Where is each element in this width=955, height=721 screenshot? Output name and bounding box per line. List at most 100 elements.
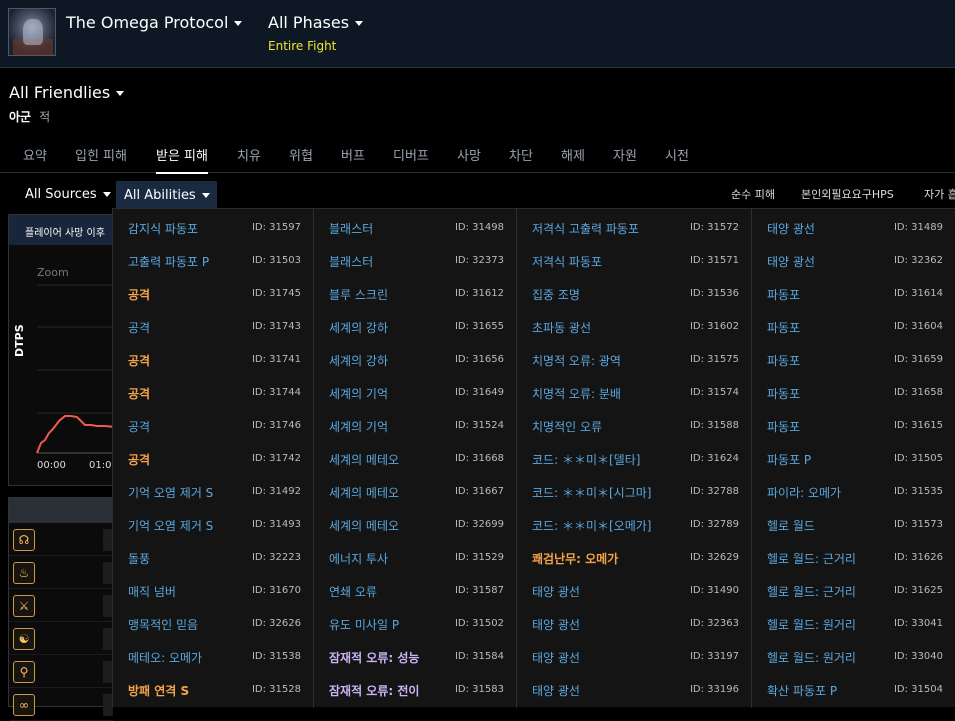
tab-threat[interactable]: 위협 xyxy=(289,145,313,172)
encounter-selector[interactable]: The Omega Protocol xyxy=(66,13,243,32)
ability-menu-item[interactable]: 세계의 강하 ID: 31656 xyxy=(314,341,516,374)
ability-menu-item[interactable]: 공격 ID: 31742 xyxy=(113,440,313,473)
ability-menu-item[interactable]: 세계의 기억 ID: 31649 xyxy=(314,374,516,407)
tab-summary[interactable]: 요약 xyxy=(23,145,47,172)
ability-menu-item[interactable]: 헬로 월드 ID: 31573 xyxy=(752,506,955,539)
ability-menu-item[interactable]: 세계의 메테오 ID: 31667 xyxy=(314,473,516,506)
ability-id: ID: 31573 xyxy=(893,519,943,530)
ability-menu-item[interactable]: 치명적 오류: 광역 ID: 31575 xyxy=(517,341,751,374)
table-row[interactable]: ⚲ xyxy=(9,655,113,688)
ability-menu-item[interactable]: 태양 광선 ID: 32363 xyxy=(517,605,751,638)
ability-menu-item[interactable]: 유도 미사일 P ID: 31502 xyxy=(314,605,516,638)
hps-link[interactable]: 본인외필요요구HPS xyxy=(801,186,894,202)
ability-menu-item[interactable]: 고출력 파동포 P ID: 31503 xyxy=(113,242,313,275)
ability-menu-item[interactable]: 공격 ID: 31741 xyxy=(113,341,313,374)
friendlies-selector[interactable]: All Friendlies xyxy=(9,83,125,102)
table-row[interactable]: ∞ xyxy=(9,688,113,721)
ability-menu-item[interactable]: 파동포 ID: 31614 xyxy=(752,275,955,308)
tab-resources[interactable]: 자원 xyxy=(613,145,637,172)
ability-id: ID: 31744 xyxy=(251,387,301,398)
ability-menu-item[interactable]: 확산 파동포 P ID: 31504 xyxy=(752,671,955,704)
ability-menu-item[interactable]: 세계의 메테오 ID: 31668 xyxy=(314,440,516,473)
ability-menu-item[interactable]: 세계의 메테오 ID: 32699 xyxy=(314,506,516,539)
ability-menu-item[interactable]: 에너지 투사 ID: 31529 xyxy=(314,539,516,572)
phase-selector[interactable]: All Phases xyxy=(268,13,364,32)
ability-menu-item[interactable]: 헬로 월드: 원거리 ID: 33041 xyxy=(752,605,955,638)
ability-name: 공격 xyxy=(128,288,151,302)
ability-menu-item[interactable]: 파동포 ID: 31659 xyxy=(752,341,955,374)
ability-menu-item[interactable]: 잠재적 오류: 성능 ID: 31584 xyxy=(314,638,516,671)
ability-menu-item[interactable]: 태양 광선 ID: 33197 xyxy=(517,638,751,671)
ability-menu-item[interactable]: 기억 오염 제거 S ID: 31493 xyxy=(113,506,313,539)
ability-menu-item[interactable]: 태양 광선 ID: 31490 xyxy=(517,572,751,605)
ability-menu-item[interactable]: 태양 광선 ID: 31489 xyxy=(752,209,955,242)
ability-menu-item[interactable]: 매직 넘버 ID: 31670 xyxy=(113,572,313,605)
ability-menu-item[interactable]: 돌풍 ID: 32223 xyxy=(113,539,313,572)
ability-menu-item[interactable]: 잠재적 오류: 전이 ID: 31583 xyxy=(314,671,516,704)
ability-menu-item[interactable]: 기억 오염 제거 S ID: 31492 xyxy=(113,473,313,506)
ability-id: ID: 31746 xyxy=(251,420,301,431)
ability-menu-item[interactable]: 집중 조명 ID: 31536 xyxy=(517,275,751,308)
ability-menu-item[interactable]: 저격식 고출력 파동포 ID: 31572 xyxy=(517,209,751,242)
zoom-label[interactable]: Zoom xyxy=(37,266,69,279)
ability-menu-item[interactable]: 방패 연격 S ID: 31528 xyxy=(113,671,313,704)
ability-menu-item[interactable]: 블루 스크린 ID: 31612 xyxy=(314,275,516,308)
tab-damage-done[interactable]: 입힌 피해 xyxy=(75,145,127,172)
ability-menu-item[interactable]: 연쇄 오류 ID: 31587 xyxy=(314,572,516,605)
ability-name: 세계의 메테오 xyxy=(329,519,400,533)
tab-casts[interactable]: 시전 xyxy=(665,145,689,172)
ability-menu-item[interactable]: 코드: ＊＊미＊[델타] ID: 31624 xyxy=(517,440,751,473)
ability-menu-item[interactable]: 블래스터 ID: 31498 xyxy=(314,209,516,242)
ability-menu-item[interactable]: 세계의 강하 ID: 31655 xyxy=(314,308,516,341)
ability-menu-item[interactable]: 세계의 기억 ID: 31524 xyxy=(314,407,516,440)
tab-deaths[interactable]: 사망 xyxy=(457,145,481,172)
ability-menu-item[interactable]: 공격 ID: 31743 xyxy=(113,308,313,341)
ability-menu-item[interactable]: 코드: ＊＊미＊[시그마] ID: 32788 xyxy=(517,473,751,506)
table-row[interactable]: ⚔ xyxy=(9,589,113,622)
table-row[interactable]: ☊ xyxy=(9,523,113,556)
ability-menu-item[interactable]: 코드: ＊＊미＊[오메가] ID: 32789 xyxy=(517,506,751,539)
tab-interrupts[interactable]: 차단 xyxy=(509,145,533,172)
ability-menu-item[interactable]: 쾌검난무: 오메가 ID: 32629 xyxy=(517,539,751,572)
ability-menu-item[interactable]: 메테오: 오메가 ID: 31538 xyxy=(113,638,313,671)
ability-menu-item[interactable]: 헬로 월드: 원거리 ID: 33040 xyxy=(752,638,955,671)
ability-menu-item[interactable]: 공격 ID: 31746 xyxy=(113,407,313,440)
raw-damage-link[interactable]: 순수 피해 xyxy=(731,186,775,202)
tab-dispels[interactable]: 해제 xyxy=(561,145,585,172)
tab-healing[interactable]: 치유 xyxy=(237,145,261,172)
tab-buffs[interactable]: 버프 xyxy=(341,145,365,172)
abilities-dropdown[interactable]: All Abilities xyxy=(116,181,217,210)
ability-menu-item[interactable]: 감지식 파동포 ID: 31597 xyxy=(113,209,313,242)
ability-menu-item[interactable]: 파동포 ID: 31604 xyxy=(752,308,955,341)
ability-name: 방패 연격 S xyxy=(128,684,190,698)
tab-debuffs[interactable]: 디버프 xyxy=(393,145,429,172)
ability-menu-item[interactable]: 헬로 월드: 근거리 ID: 31626 xyxy=(752,539,955,572)
self-link[interactable]: 자가 흡 xyxy=(924,186,955,202)
filter-allies[interactable]: 아군 xyxy=(9,110,31,124)
ability-name: 세계의 메테오 xyxy=(329,453,400,467)
ability-table: ☊ ♨ ⚔ ☯ ⚲ ∞ xyxy=(8,497,114,721)
table-header xyxy=(9,498,113,523)
ability-menu-item[interactable]: 공격 ID: 31745 xyxy=(113,275,313,308)
ability-menu-item[interactable]: 파동포 ID: 31615 xyxy=(752,407,955,440)
ability-menu-item[interactable]: 태양 광선 ID: 32362 xyxy=(752,242,955,275)
ability-menu-item[interactable]: 파이라: 오메가 ID: 31535 xyxy=(752,473,955,506)
table-row[interactable]: ☯ xyxy=(9,622,113,655)
ability-menu-item[interactable]: 치명적 오류: 분배 ID: 31574 xyxy=(517,374,751,407)
ability-menu-item[interactable]: 헬로 월드: 근거리 ID: 31625 xyxy=(752,572,955,605)
ability-menu-item[interactable]: 초파동 광선 ID: 31602 xyxy=(517,308,751,341)
ability-menu-item[interactable]: 저격식 파동포 ID: 31571 xyxy=(517,242,751,275)
sources-dropdown[interactable]: All Sources xyxy=(25,187,111,202)
ability-name: 공격 xyxy=(128,387,151,401)
table-row[interactable]: ♨ xyxy=(9,556,113,589)
ability-menu-item[interactable]: 파동포 P ID: 31505 xyxy=(752,440,955,473)
tab-damage-taken[interactable]: 받은 피해 xyxy=(156,145,208,174)
ability-menu-item[interactable]: 맹목적인 믿음 ID: 32626 xyxy=(113,605,313,638)
ability-menu-item[interactable]: 치명적인 오류 ID: 31588 xyxy=(517,407,751,440)
filter-enemies[interactable]: 적 xyxy=(39,110,50,124)
ability-menu-item[interactable]: 블래스터 ID: 32373 xyxy=(314,242,516,275)
ability-menu-item[interactable]: 태양 광선 ID: 33196 xyxy=(517,671,751,704)
ability-menu-item[interactable]: 파동포 ID: 31658 xyxy=(752,374,955,407)
ability-menu-item[interactable]: 공격 ID: 31744 xyxy=(113,374,313,407)
chevron-down-icon xyxy=(355,21,364,26)
